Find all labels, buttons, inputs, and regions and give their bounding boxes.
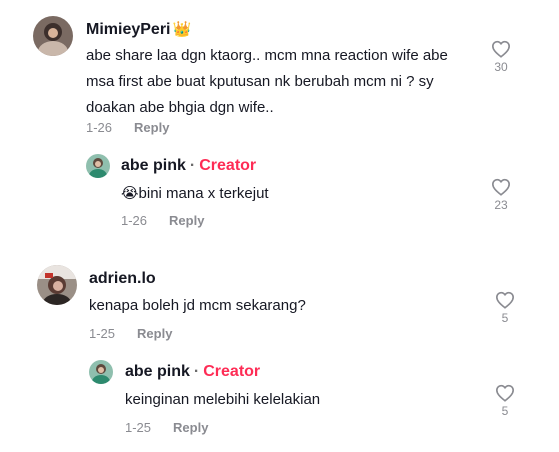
- heart-icon: [495, 384, 515, 402]
- comment-text: 😭bini mana x terkejut: [121, 185, 269, 202]
- comment-meta: 1-26 Reply: [121, 213, 204, 228]
- comment-text: keinginan melebihi kelelakian: [125, 391, 321, 408]
- like-count: 5: [501, 404, 509, 418]
- comment-date: 1-26: [86, 120, 113, 135]
- like-count: 30: [494, 60, 508, 74]
- avatar[interactable]: [89, 360, 113, 384]
- loudly-crying-emoji: 😭: [121, 185, 139, 202]
- like-button[interactable]: 30: [486, 40, 516, 74]
- heart-icon: [491, 178, 511, 196]
- comment-date: 1-25: [89, 326, 116, 341]
- heart-icon: [495, 291, 515, 309]
- like-count: 23: [494, 198, 508, 212]
- like-count: 5: [501, 311, 509, 325]
- comment-username[interactable]: abe pink · Creator: [121, 157, 256, 175]
- avatar[interactable]: [33, 16, 73, 56]
- creator-badge: Creator: [199, 157, 257, 174]
- like-button[interactable]: 5: [490, 291, 520, 325]
- like-button[interactable]: 5: [490, 384, 520, 418]
- comment-meta: 1-25 Reply: [89, 326, 172, 341]
- heart-icon: [491, 40, 511, 58]
- reply-button[interactable]: Reply: [137, 326, 172, 341]
- comment-date: 1-26: [121, 213, 148, 228]
- comment-username[interactable]: adrien.lo: [89, 270, 156, 288]
- creator-badge: Creator: [203, 363, 261, 380]
- comment-username[interactable]: abe pink · Creator: [125, 363, 260, 381]
- crown-icon: 👑: [172, 21, 192, 38]
- like-button[interactable]: 23: [486, 178, 516, 212]
- avatar[interactable]: [86, 154, 110, 178]
- avatar[interactable]: [37, 265, 77, 305]
- reply-button[interactable]: Reply: [173, 420, 208, 435]
- comment-text: kenapa boleh jd mcm sekarang?: [89, 297, 306, 314]
- comment-username[interactable]: MimieyPeri 👑: [86, 20, 191, 39]
- reply-button[interactable]: Reply: [134, 120, 169, 135]
- comment-text: abe share laa dgn ktaorg.. mcm mna react…: [86, 47, 448, 116]
- comment-meta: 1-26 Reply: [86, 120, 169, 135]
- comment-date: 1-25: [125, 420, 152, 435]
- reply-button[interactable]: Reply: [169, 213, 204, 228]
- comment-meta: 1-25 Reply: [125, 420, 208, 435]
